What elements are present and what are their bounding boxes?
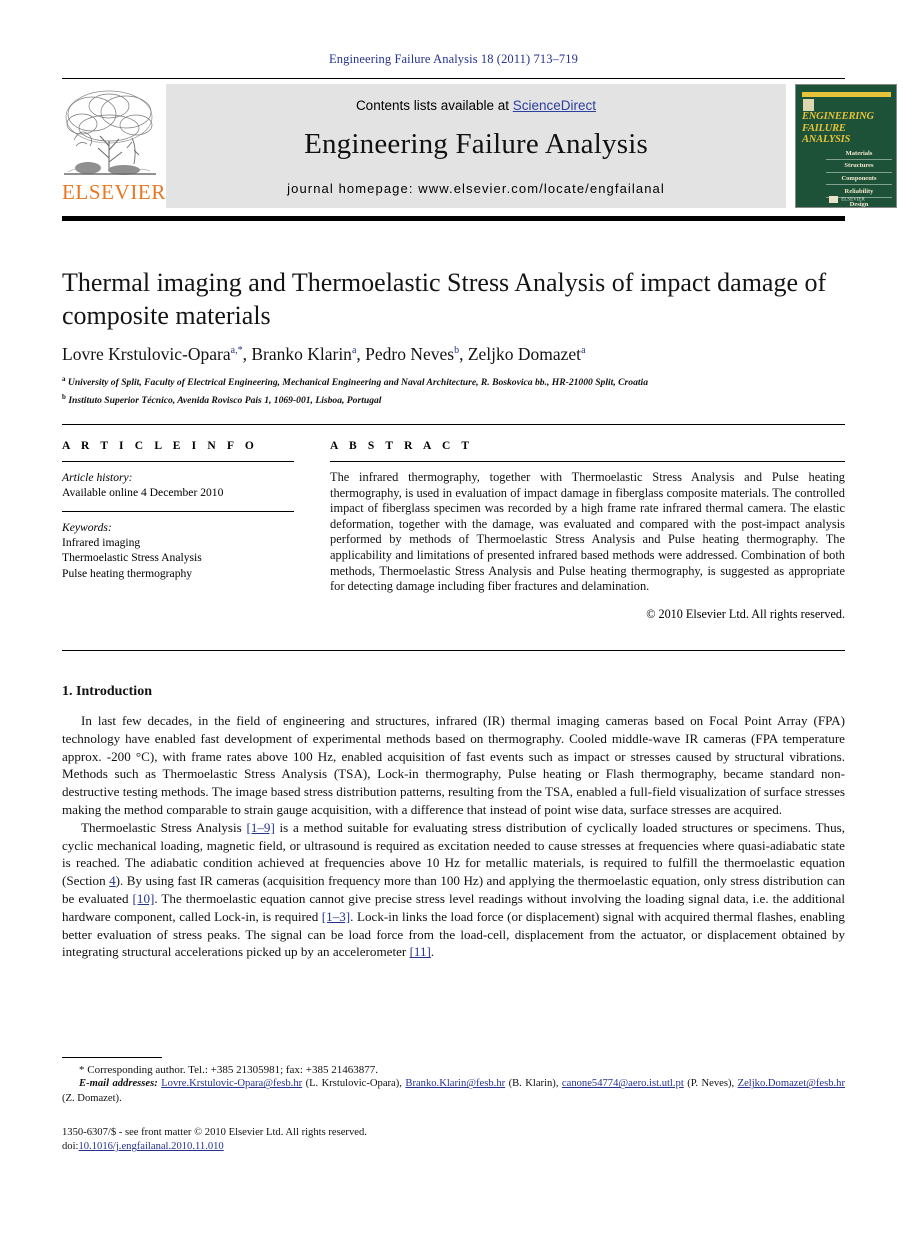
author-marks: a [351,345,357,356]
footnote-block: * Corresponding author. Tel.: +385 21305… [62,1063,845,1106]
cover-title-line1: ENGINEERING [802,111,874,122]
email-addresses-label: E-mail addresses: [79,1078,158,1090]
journal-cover-thumbnail: ENGINEERING FAILURE ANALYSIS Materials S… [795,84,897,208]
corresponding-author-note: * Corresponding author. Tel.: +385 21305… [79,1064,378,1076]
contents-list-line: Contents lists available at ScienceDirec… [166,98,786,113]
email-person: (L. Krstulovic-Opara) [305,1078,400,1090]
keyword-item: Infrared imaging [62,536,141,550]
article-history-label: Article history: [62,471,133,484]
author-marks: a,* [230,345,243,356]
elsevier-logo: ELSEVIER [62,84,166,208]
paper-page: Engineering Failure Analysis 18 (2011) 7… [0,0,907,1238]
citation-link[interactable]: [11] [410,944,431,959]
info-block-bottom-rule [62,650,845,651]
cover-top-bar [802,92,891,97]
author-name: Pedro Neves [365,343,455,364]
cover-title-line2: FAILURE [802,122,846,134]
affiliation-item: a University of Split, Faculty of Electr… [62,372,852,390]
email-person: (P. Neves) [687,1078,732,1090]
email-addresses-note: E-mail addresses: Lovre.Krstulovic-Opara… [62,1078,846,1104]
email-person: (B. Klarin) [508,1078,556,1090]
keyword-item: Pulse heating thermography [62,566,193,580]
citation-link[interactable]: [10] [133,891,155,906]
affiliation-text: University of Split, Faculty of Electric… [67,377,648,389]
doi-link[interactable]: 10.1016/j.engfailanal.2010.11.010 [78,1141,223,1152]
info-block-top-rule [62,424,845,425]
journal-title: Engineering Failure Analysis [304,128,648,160]
journal-masthead: ELSEVIER Contents lists available at Sci… [62,78,897,211]
paragraph-part: . [430,944,435,960]
affiliation-list: a University of Split, Faculty of Electr… [62,372,852,408]
author-name: Zeljko Domazet [467,343,582,364]
keyword-item: Thermoelastic Stress Analysis [62,551,202,565]
running-head: Engineering Failure Analysis 18 (2011) 7… [329,52,578,66]
contents-prefix: Contents lists available at [355,98,513,113]
imprint-block: 1350-6307/$ - see front matter © 2010 El… [62,1126,845,1154]
cover-topic: Structures [826,160,892,173]
masthead-bottom-rule [62,216,845,221]
affiliation-item: b Instituto Superior Técnico, Avenida Ro… [62,390,852,408]
paragraph: In last few decades, in the field of eng… [62,713,845,817]
page-title: Thermal imaging and Thermoelastic Stress… [62,268,827,330]
abstract-copyright: © 2010 Elsevier Ltd. All rights reserved… [646,606,845,621]
sciencedirect-link[interactable]: ScienceDirect [513,98,596,113]
article-info-column: A R T I C L E I N F O Article history: A… [62,440,294,581]
keywords-label: Keywords: [62,521,112,535]
keywords-rule [62,511,294,513]
article-info-heading: A R T I C L E I N F O [62,440,258,452]
cover-publisher-icon [829,196,839,203]
masthead-top-rule [62,78,845,79]
citation-link[interactable]: [1–3] [322,909,350,924]
affiliation-text: Instituto Superior Técnico, Avenida Rovi… [68,395,382,407]
author-list: Lovre Krstulovic-Oparaa,*, Branko Klarin… [62,343,586,364]
abstract-rule [330,461,845,462]
author-name: Branko Klarin [251,343,352,364]
affiliation-mark: a [62,375,66,383]
abstract-text: The infrared thermography, together with… [330,470,845,594]
issn-line: 1350-6307/$ - see front matter © 2010 El… [62,1127,367,1138]
paragraph: Thermoelastic Stress Analysis [1–9] is a… [62,819,845,961]
email-person: (Z. Domazet) [62,1092,120,1104]
author-marks: b [454,345,460,356]
cover-topic: Materials [826,147,892,160]
article-info-rule [62,461,294,462]
email-link[interactable]: canone54774@aero.ist.utl.pt [562,1078,684,1089]
cover-title-line3: ANALYSIS [802,134,851,145]
cover-publisher-mark: ELSEVIER [802,196,892,203]
email-link[interactable]: Zeljko.Domazet@fesb.hr [738,1078,845,1089]
author-marks: a [581,345,586,356]
journal-banner: Contents lists available at ScienceDirec… [166,84,786,208]
paragraph-part: Thermoelastic Stress Analysis [81,819,247,835]
cover-emblem-icon [803,99,814,111]
affiliation-mark: b [62,393,66,402]
author-name: Lovre Krstulovic-Opara [62,343,231,364]
elsevier-wordmark: ELSEVIER [62,180,166,204]
cover-title: ENGINEERING FAILURE ANALYSIS [802,111,892,146]
cover-publisher-name: ELSEVIER [841,197,865,203]
elsevier-tree-icon [62,84,158,182]
email-link[interactable]: Branko.Klarin@fesb.hr [405,1078,505,1089]
journal-homepage-link[interactable]: journal homepage: www.elsevier.com/locat… [166,181,786,196]
abstract-column: A B S T R A C T The infrared thermograph… [330,440,845,622]
abstract-heading: A B S T R A C T [330,440,474,452]
cover-topic: Components [826,173,892,186]
email-link[interactable]: Lovre.Krstulovic-Opara@fesb.hr [161,1078,302,1089]
doi-line: doi:10.1016/j.engfailanal.2010.11.010 [62,1140,845,1154]
footnote-separator-rule [62,1057,162,1058]
doi-label: doi: [62,1141,79,1153]
introduction-body: In last few decades, in the field of eng… [62,712,845,961]
article-history-value: Available online 4 December 2010 [62,486,224,499]
section-heading-introduction: 1. Introduction [62,684,152,699]
citation-link[interactable]: [1–9] [246,820,274,835]
